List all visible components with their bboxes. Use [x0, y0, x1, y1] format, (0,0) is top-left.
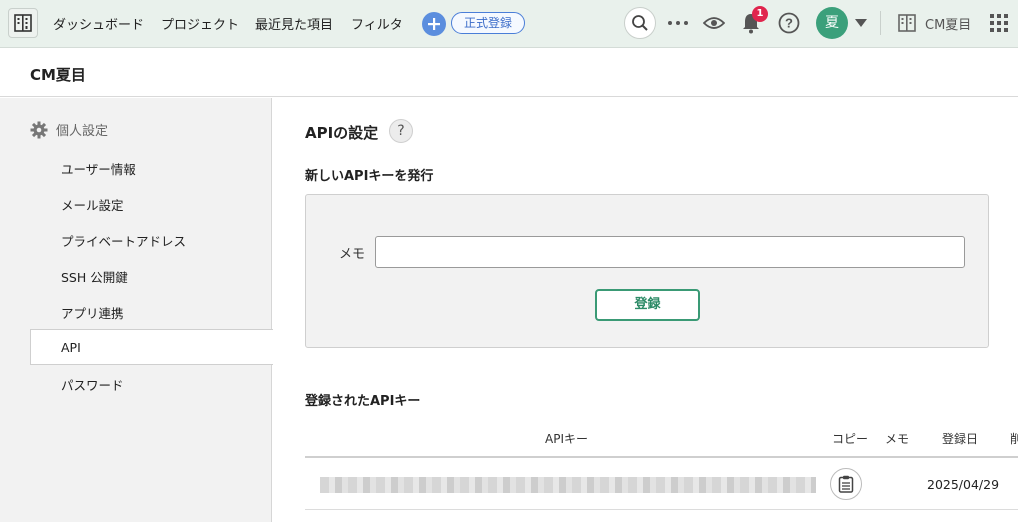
masked-api-key — [320, 477, 816, 493]
registered-keys-heading: 登録されたAPIキー — [305, 394, 421, 409]
sidebar-item-private-address[interactable]: プライベートアドレス — [61, 231, 186, 250]
nav-dashboard[interactable]: ダッシュボード — [53, 14, 144, 33]
watch-eye-icon[interactable] — [701, 10, 727, 36]
more-dots-icon[interactable] — [665, 10, 691, 36]
svg-text:?: ? — [785, 16, 793, 31]
column-header-copy: コピー — [832, 432, 869, 446]
memo-label: メモ — [339, 247, 366, 262]
registered-date: 2025/04/29 — [927, 477, 1000, 492]
add-plus-icon[interactable] — [422, 12, 446, 36]
sidebar-item-api[interactable]: API — [30, 329, 273, 365]
sidebar-heading: 個人設定 — [30, 120, 108, 139]
table-header-divider — [305, 456, 1018, 458]
new-key-form — [305, 194, 989, 348]
register-key-button[interactable]: 登録 — [595, 289, 700, 321]
nav-filter[interactable]: フィルタ — [351, 14, 403, 33]
sidebar-item-app-integration[interactable]: アプリ連携 — [61, 303, 124, 322]
user-avatar[interactable]: 夏 — [816, 7, 848, 39]
sidebar-item-ssh-key[interactable]: SSH 公開鍵 — [61, 267, 128, 286]
sidebar-item-mail-settings[interactable]: メール設定 — [61, 195, 124, 214]
sidebar-heading-label: 個人設定 — [56, 124, 109, 139]
column-header-date: 登録日 — [942, 432, 979, 446]
memo-input[interactable] — [375, 236, 965, 268]
page-header: CM夏目 — [0, 49, 1018, 97]
search-icon[interactable] — [624, 7, 656, 39]
column-header-memo: メモ — [885, 432, 910, 446]
clipboard-icon[interactable] — [830, 468, 862, 500]
sidebar-item-label: API — [61, 340, 81, 355]
register-button[interactable]: 正式登録 — [451, 12, 525, 34]
nav-projects[interactable]: プロジェクト — [161, 14, 239, 33]
nav-recent-items[interactable]: 最近見た項目 — [255, 14, 333, 33]
chevron-down-icon[interactable] — [848, 10, 874, 36]
column-header-delete: 削 — [1010, 432, 1018, 446]
space-building-icon-small — [894, 10, 920, 36]
settings-sidebar: 個人設定 ユーザー情報 メール設定 プライベートアドレス SSH 公開鍵 アプリ… — [0, 98, 273, 522]
page-title: CM夏目 — [30, 66, 86, 84]
space-name[interactable]: CM夏目 — [925, 14, 971, 33]
new-key-heading: 新しいAPIキーを発行 — [305, 169, 434, 184]
space-building-icon[interactable] — [8, 8, 38, 38]
help-icon[interactable]: ? — [389, 119, 413, 143]
sidebar-item-password[interactable]: パスワード — [61, 375, 124, 394]
section-title: APIの設定 — [305, 124, 379, 142]
divider — [880, 11, 881, 35]
sidebar-item-user-info[interactable]: ユーザー情報 — [61, 159, 136, 178]
top-navigation-bar: ダッシュボード プロジェクト 最近見た項目 フィルタ 正式登録 1 ? 夏 CM… — [0, 0, 1018, 48]
row-divider — [305, 509, 1018, 510]
gear-icon — [30, 121, 48, 138]
column-header-api-key: APIキー — [545, 432, 588, 446]
help-icon[interactable]: ? — [776, 10, 802, 36]
notification-count-badge: 1 — [752, 6, 768, 22]
apps-grid-icon[interactable] — [986, 10, 1012, 36]
